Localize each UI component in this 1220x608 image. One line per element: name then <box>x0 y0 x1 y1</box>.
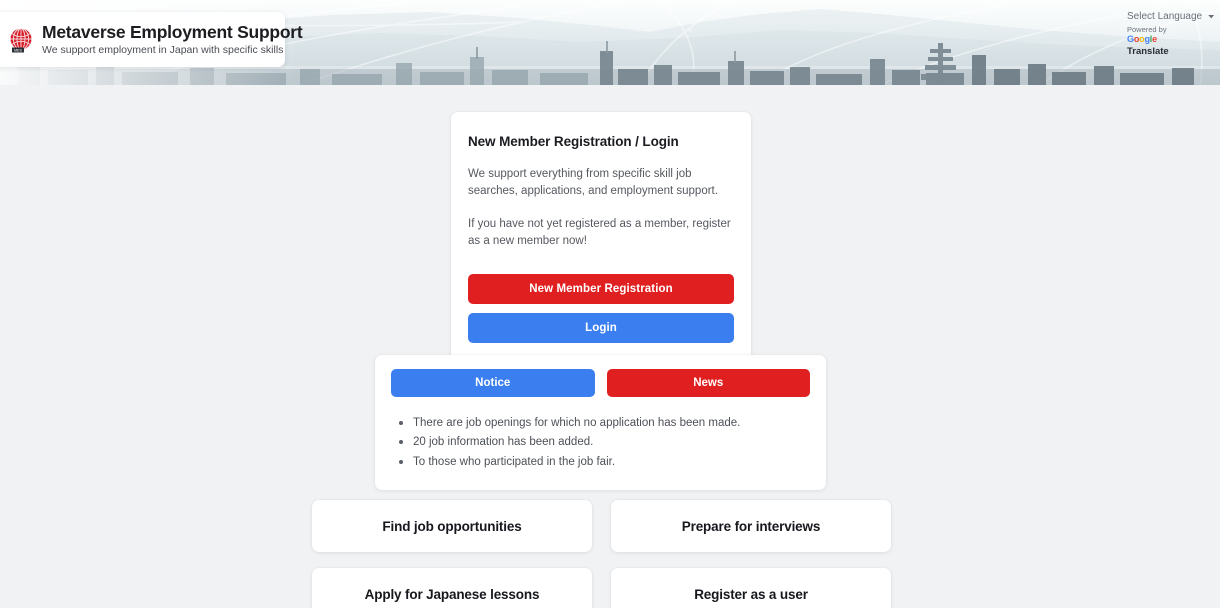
language-select[interactable]: Select Language ▾ <box>1122 10 1218 25</box>
hero-banner: MES Metaverse Employment Support We supp… <box>0 0 1220 85</box>
notice-news-tab-row: Notice News <box>391 369 810 397</box>
feature-tile-grid: Find job opportunities Prepare for inter… <box>312 500 891 608</box>
login-button[interactable]: Login <box>468 312 734 343</box>
language-select-label: Select Language <box>1127 11 1203 22</box>
tab-notice[interactable]: Notice <box>391 369 595 397</box>
tile-find-job-opportunities[interactable]: Find job opportunities <box>312 500 592 552</box>
registration-login-card: New Member Registration / Login We suppo… <box>451 112 751 363</box>
site-tagline: We support employment in Japan with spec… <box>42 44 284 57</box>
login-card-paragraph-2: If you have not yet registered as a memb… <box>468 217 731 248</box>
translate-label: Translate <box>1127 46 1169 58</box>
google-letter-e: e <box>1152 34 1157 45</box>
new-member-registration-button[interactable]: New Member Registration <box>468 273 734 304</box>
login-card-paragraph-1: We support everything from specific skil… <box>468 168 718 198</box>
list-item[interactable]: There are job openings for which no appl… <box>399 415 810 434</box>
site-title: Metaverse Employment Support <box>42 21 303 42</box>
google-translate-widget[interactable]: Select Language ▾ Powered by Google Tran… <box>1122 10 1218 59</box>
notice-list: There are job openings for which no appl… <box>391 415 810 473</box>
svg-text:MES: MES <box>14 48 22 52</box>
powered-by-label: Powered by <box>1127 25 1167 34</box>
list-item[interactable]: 20 job information has been added. <box>399 434 810 453</box>
notice-news-card: Notice News There are job openings for w… <box>375 355 826 490</box>
tab-news[interactable]: News <box>606 369 810 397</box>
red-globe-logo-icon: MES <box>8 27 34 53</box>
tile-register-as-a-user[interactable]: Register as a user <box>611 568 891 608</box>
list-item[interactable]: To those who participated in the job fai… <box>399 454 810 473</box>
chevron-down-icon: ▾ <box>1208 12 1215 21</box>
site-header-card: MES Metaverse Employment Support We supp… <box>0 12 303 67</box>
google-wordmark: Google <box>1122 34 1218 45</box>
tile-prepare-for-interviews[interactable]: Prepare for interviews <box>611 500 891 552</box>
login-card-title: New Member Registration / Login <box>468 134 679 149</box>
google-letter-g1: G <box>1127 34 1134 45</box>
tile-apply-for-japanese-lessons[interactable]: Apply for Japanese lessons <box>312 568 592 608</box>
header-text-block: Metaverse Employment Support We support … <box>42 21 303 57</box>
